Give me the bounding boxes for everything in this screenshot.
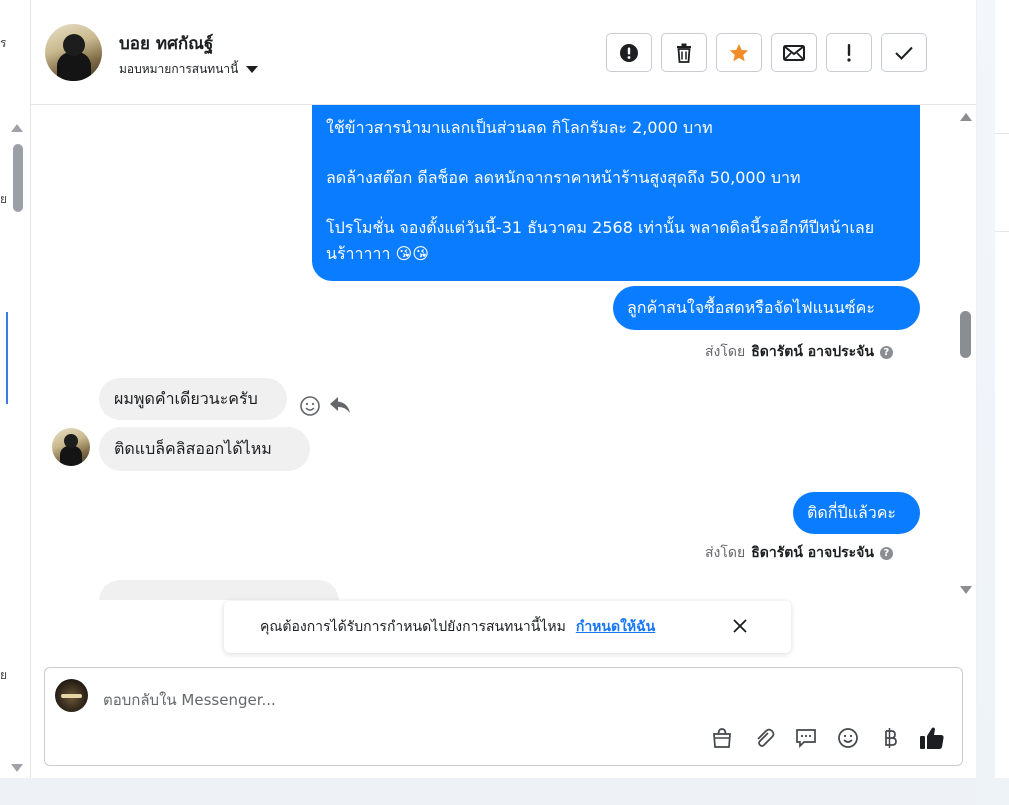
reply-input[interactable]: ตอบกลับใน Messenger...: [103, 688, 276, 712]
message-line: ใช้ข้าวสารนำมาแลกเป็นส่วนลด กิโลกรัมละ 2…: [326, 118, 713, 137]
help-icon[interactable]: ?: [879, 546, 893, 560]
delete-button[interactable]: [661, 33, 707, 72]
conversation-header: บอย ทศกัณฐ์ มอบหมายการสนทนานี้: [31, 0, 976, 105]
mark-done-button[interactable]: [881, 33, 927, 72]
sent-by-label: ส่งโดย ธิดารัตน์ อาจประจัน ?: [705, 542, 893, 564]
assign-to-me-link[interactable]: กำหนดให้ฉัน: [576, 616, 655, 638]
sent-by-prefix: ส่งโดย: [705, 545, 746, 561]
emoji-button[interactable]: [834, 724, 862, 752]
mark-unread-button[interactable]: [771, 33, 817, 72]
sender-name: ธิดารัตน์ อาจประจัน: [751, 545, 874, 561]
shopping-bag-icon: [713, 728, 731, 748]
message-line: ลดล้างสต๊อก ดีลช็อค ลดหนักจากราคาหน้าร้า…: [326, 168, 801, 187]
contact-name[interactable]: บอย ทศกัณฐ์: [119, 30, 213, 57]
alert-circle-icon: [620, 43, 638, 62]
saved-replies-button[interactable]: [792, 724, 820, 752]
caret-down-icon: [246, 66, 259, 73]
mark-spam-button[interactable]: [606, 33, 652, 72]
mail-icon: [783, 44, 805, 61]
baht-icon: [885, 728, 897, 748]
help-icon[interactable]: ?: [879, 345, 893, 359]
avatar[interactable]: [52, 428, 90, 466]
payment-button[interactable]: [876, 724, 904, 752]
message-thread: ใช้ข้าวสารนำมาแลกเป็นส่วนลด กิโลกรัมละ 2…: [31, 105, 976, 600]
list-scroll-up-arrow[interactable]: [11, 124, 23, 132]
smiley-react-icon[interactable]: [299, 395, 321, 417]
scroll-down-arrow[interactable]: [960, 586, 972, 594]
thumbs-up-icon: [920, 727, 944, 749]
sender-name: ธิดารัตน์ อาจประจัน: [751, 344, 874, 360]
sent-by-prefix: ส่งโดย: [705, 344, 746, 360]
smiley-icon: [838, 728, 858, 748]
star-icon: [729, 43, 749, 61]
incoming-message[interactable]: ผมพูดคำเดียวนะครับ: [99, 378, 287, 420]
exclamation-icon: [847, 43, 851, 62]
outgoing-message[interactable]: ลูกค้าสนใจซื้อสดหรือจัดไฟแนนซ์คะ: [613, 286, 920, 330]
speech-bubble-icon: [796, 729, 816, 749]
sent-by-label: ส่งโดย ธิดารัตน์ อาจประจัน ?: [705, 341, 893, 363]
outgoing-message[interactable]: ใช้ข้าวสารนำมาแลกเป็นส่วนลด กิโลกรัมละ 2…: [312, 105, 920, 281]
check-icon: [895, 46, 913, 60]
composer-tools: [708, 724, 946, 752]
details-panel-edge: [977, 0, 1009, 805]
message-line: โปรโมชั่น จองตั้งแต่วันนี้-31 ธันวาคม 25…: [326, 218, 875, 263]
star-button[interactable]: [716, 33, 762, 72]
thread-scrollbar[interactable]: [957, 105, 976, 600]
message-actions: [299, 395, 351, 417]
details-card: [995, 0, 1009, 778]
list-scrollbar-thumb[interactable]: [13, 144, 23, 212]
conversation-toolbar: [606, 33, 927, 72]
outgoing-message[interactable]: ติดกี่ปีแล้วคะ: [793, 492, 920, 534]
list-scroll-down-arrow[interactable]: [11, 764, 23, 772]
avatar[interactable]: [45, 24, 102, 81]
reply-icon[interactable]: [329, 395, 351, 415]
list-text-fragment: ย: [0, 668, 8, 682]
divider: [995, 133, 1009, 134]
paperclip-icon: [757, 728, 775, 747]
reply-composer: ตอบกลับใน Messenger...: [44, 667, 963, 766]
trash-icon: [677, 43, 691, 63]
like-button[interactable]: [918, 724, 946, 752]
list-text-fragment: ย: [0, 192, 8, 206]
close-icon[interactable]: [732, 618, 748, 634]
shop-button[interactable]: [708, 724, 736, 752]
attach-button[interactable]: [750, 724, 778, 752]
assign-conversation-dropdown[interactable]: มอบหมายการสนทนานี้: [119, 60, 259, 79]
assign-question: คุณต้องการได้รับการกำหนดไปยังการสนทนานี้…: [260, 619, 566, 635]
assign-label: มอบหมายการสนทนานี้: [119, 62, 239, 76]
divider: [995, 231, 1009, 232]
follow-up-button[interactable]: [826, 33, 872, 72]
conversation-list-edge: ร ย ย: [0, 0, 31, 778]
conversation-panel: บอย ทศกัณฐ์ มอบหมายการสนทนานี้ ใช้ข้าวสา…: [31, 0, 976, 778]
assign-prompt: คุณต้องการได้รับการกำหนดไปยังการสนทนานี้…: [224, 601, 791, 653]
selected-conversation-indicator: [6, 312, 8, 404]
incoming-message[interactable]: ...: [99, 580, 339, 600]
scroll-up-arrow[interactable]: [960, 113, 972, 121]
page-avatar: [55, 679, 88, 712]
scrollbar-thumb[interactable]: [960, 311, 971, 358]
incoming-message[interactable]: ติดแบล็คลิสออกได้ไหม: [99, 427, 310, 471]
list-text-fragment: ร: [0, 36, 7, 50]
